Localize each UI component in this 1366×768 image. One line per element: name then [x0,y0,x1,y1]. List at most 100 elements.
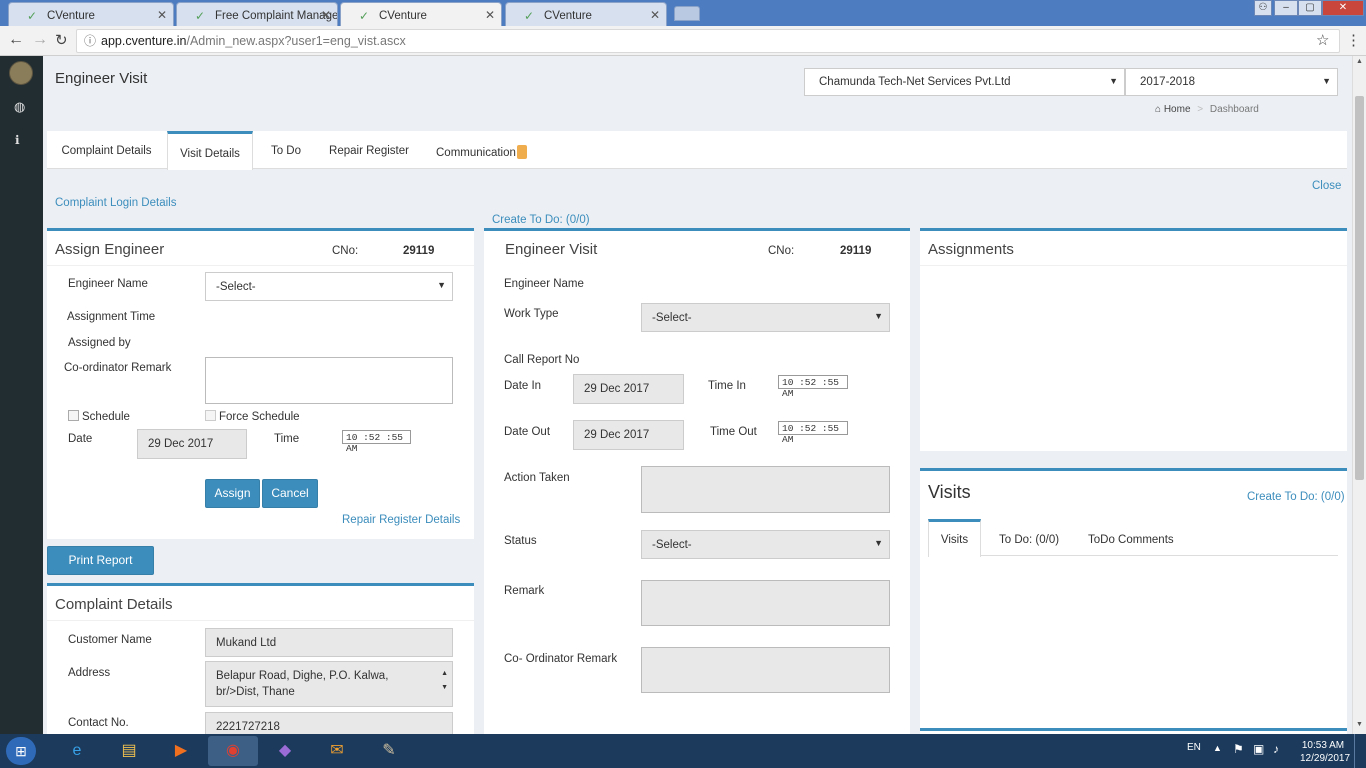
chevron-down-icon: ▼ [437,280,446,290]
action-taken-textarea[interactable] [641,466,890,513]
url-host: app.cventure.in [101,34,187,48]
reload-icon[interactable]: ↻ [55,31,68,49]
maximize-button[interactable]: ▢ [1298,0,1322,16]
chevron-down-icon: ▼ [1109,76,1118,86]
create-todo-link[interactable]: Create To Do: (0/0) [492,214,590,226]
chevron-down-icon: ▼ [1322,76,1331,86]
year-select-value: 2017-2018 [1140,76,1195,88]
close-tab-icon[interactable]: ✕ [650,8,660,22]
browser-tab-2[interactable]: ✓ Free Complaint Manager ✕ [176,2,338,26]
browser-tab-1[interactable]: ✓ CVenture ✕ [8,2,174,26]
tab-to-do[interactable]: To Do [257,131,315,169]
contact-no-field[interactable]: 2221727218 [205,712,453,734]
complaint-login-details-link[interactable]: Complaint Login Details [55,197,176,209]
tab-complaint-details[interactable]: Complaint Details [47,131,166,169]
back-arrow-icon[interactable]: ← [8,31,24,49]
remark-textarea[interactable] [641,580,890,626]
divider [47,620,474,621]
start-button[interactable]: ⊞ [6,737,36,765]
profile-icon[interactable]: ⚇ [1254,0,1272,16]
file-explorer-icon[interactable]: ▤ [104,736,154,766]
info-circle-icon[interactable]: ℹ [15,133,20,147]
date-field[interactable]: 29 Dec 2017 [137,429,247,459]
minimize-button[interactable]: ‒ [1274,0,1298,16]
scrollbar-thumb[interactable] [1355,96,1364,480]
assign-button[interactable]: Assign [205,479,260,508]
time-out-label: Time Out [710,426,757,438]
url-field[interactable]: ⓘ app.cventure.in/Admin_new.aspx?user1=e… [76,29,1340,53]
close-tab-icon[interactable]: ✕ [321,8,331,22]
tab-strip: Complaint Details Visit Details To Do Re… [47,131,1347,170]
time-field[interactable]: 10 :52 :55 AM [342,430,411,454]
date-in-field[interactable]: 29 Dec 2017 [573,374,684,404]
browser-menu-icon[interactable]: ⋮ [1346,31,1361,49]
system-clock[interactable]: 10:53 AM 12/29/2017 [1300,739,1351,765]
browser-tab-4[interactable]: ✓ CVenture ✕ [505,2,667,26]
company-select[interactable]: Chamunda Tech-Net Services Pvt.Ltd ▼ [804,68,1125,96]
action-taken-label: Action Taken [504,472,570,484]
browser-tab-3[interactable]: ✓ CVenture ✕ [340,2,502,26]
customer-name-label: Customer Name [68,634,152,646]
volume-muted-icon[interactable]: ♪ [1273,742,1279,756]
communication-badge [516,145,527,159]
force-schedule-checkbox[interactable] [205,410,216,421]
date-out-field[interactable]: 29 Dec 2017 [573,420,684,450]
avatar[interactable] [9,61,33,85]
print-report-button[interactable]: Print Report [47,546,154,575]
close-tab-icon[interactable]: ✕ [485,8,495,22]
tab-communication[interactable]: Communication [427,131,537,169]
customer-name-field[interactable]: Mukand Ltd [205,628,453,657]
outlook-icon[interactable]: ✉ [312,736,362,766]
scroll-down-icon[interactable]: ▼ [1356,721,1363,728]
tab-todo-comments[interactable]: ToDo Comments [1088,519,1174,556]
cancel-button[interactable]: Cancel [262,479,318,508]
breadcrumb-home[interactable]: Home [1164,104,1191,115]
tab-todo-count[interactable]: To Do: (0/0) [999,519,1059,556]
language-indicator[interactable]: EN [1187,742,1201,753]
tab-visit-details[interactable]: Visit Details [167,131,253,170]
breadcrumb: ⌂ Home > Dashboard [1155,104,1259,115]
new-tab-button[interactable] [674,6,700,21]
internet-explorer-icon[interactable]: e [52,736,102,766]
work-type-label: Work Type [504,308,559,320]
time-out-field[interactable]: 10 :52 :55 AM [778,421,848,445]
close-tab-icon[interactable]: ✕ [157,8,167,22]
action-center-flag-icon[interactable]: ⚑ [1233,742,1244,756]
repair-register-details-link[interactable]: Repair Register Details [342,514,460,526]
visual-studio-icon[interactable]: ◆ [260,736,310,766]
info-icon[interactable]: ⓘ [84,30,96,52]
address-bar: ← → ↻ ⓘ app.cventure.in/Admin_new.aspx?u… [0,26,1366,56]
chrome-icon[interactable]: ◉ [208,736,258,766]
tab-visits[interactable]: Visits [928,519,981,557]
bookmark-star-icon[interactable]: ☆ [1316,31,1329,49]
work-type-select[interactable]: -Select- ▼ [641,303,890,332]
time-in-field[interactable]: 10 :52 :55 AM [778,375,848,399]
time-in-label: Time In [708,380,746,392]
address-field[interactable]: Belapur Road, Dighe, P.O. Kalwa, br/>Dis… [205,661,453,707]
cno-value: 29119 [840,245,872,257]
forward-arrow-icon[interactable]: → [32,31,48,49]
window-close-button[interactable]: ✕ [1322,0,1364,16]
scroll-down-icon[interactable]: ▼ [441,680,448,696]
contact-no-label: Contact No. [68,717,129,729]
call-report-no-label: Call Report No [504,354,580,366]
visit-coordinator-remark-textarea[interactable] [641,647,890,693]
schedule-checkbox[interactable] [68,410,79,421]
show-hidden-icons-icon[interactable]: ▲ [1213,743,1222,753]
page-scrollbar[interactable]: ▲ ▼ [1352,56,1366,734]
media-player-icon[interactable]: ▶ [156,736,206,766]
coordinator-remark-textarea[interactable] [205,357,453,404]
paint-icon[interactable]: ✎ [364,736,414,766]
close-link[interactable]: Close [1312,180,1341,192]
year-select[interactable]: 2017-2018 ▼ [1125,68,1338,96]
status-select[interactable]: -Select- ▼ [641,530,890,559]
visits-create-todo-link[interactable]: Create To Do: (0/0) [1247,491,1345,503]
show-desktop-button[interactable] [1354,734,1366,768]
network-icon[interactable]: ▣ [1253,742,1264,756]
clock-date: 12/29/2017 [1300,753,1351,764]
globe-icon[interactable]: ◍ [14,99,25,115]
coordinator-remark-label: Co-ordinator Remark [64,362,172,374]
tab-repair-register[interactable]: Repair Register [319,131,419,169]
engineer-name-select[interactable]: -Select- ▼ [205,272,453,301]
scroll-up-icon[interactable]: ▲ [1356,58,1363,65]
